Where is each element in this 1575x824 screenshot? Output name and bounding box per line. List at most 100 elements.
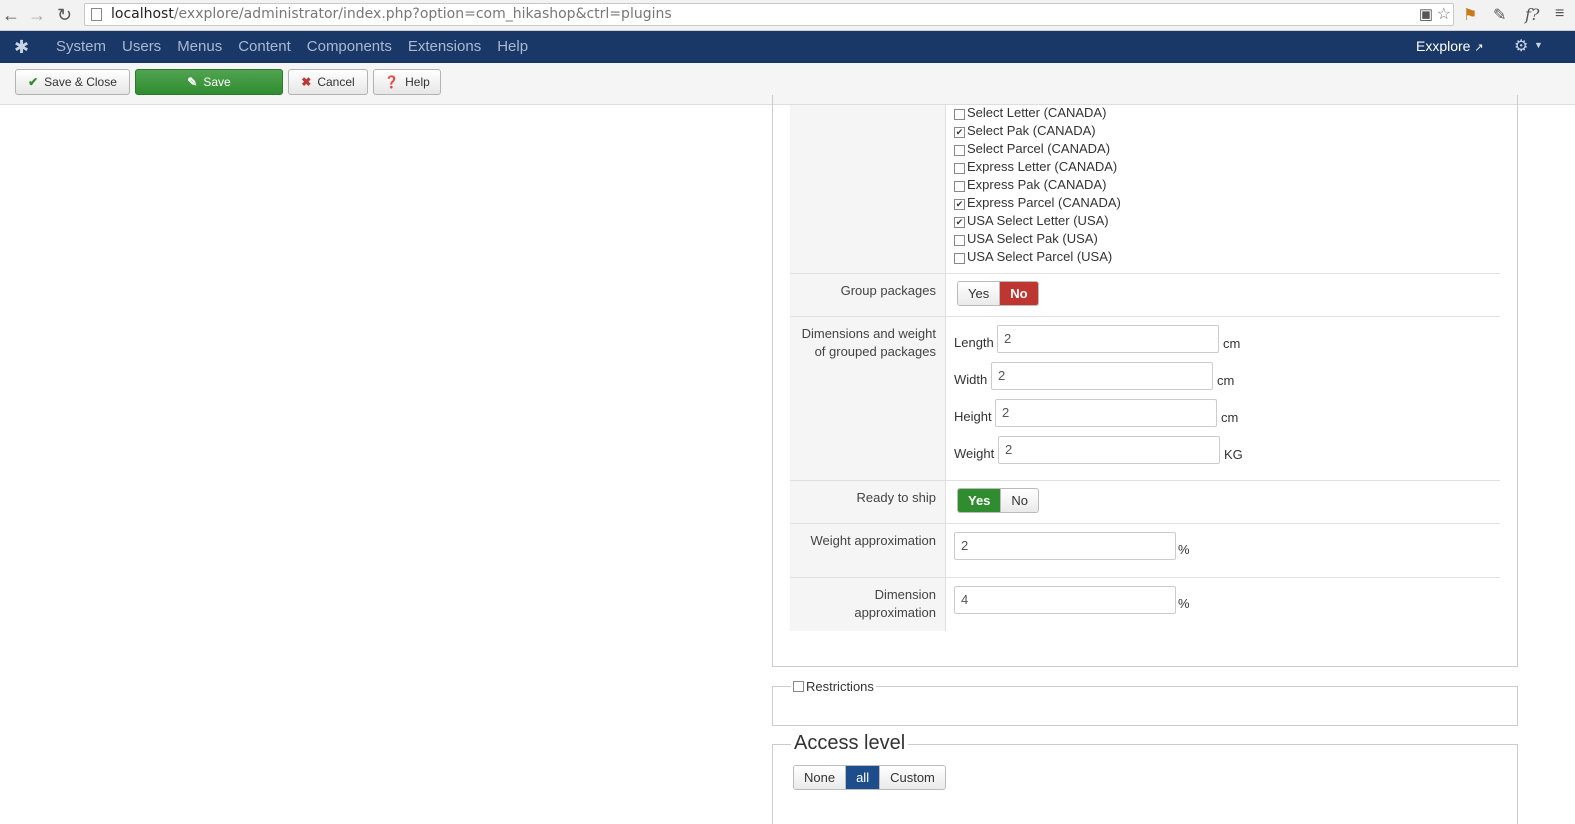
cancel-button[interactable]: ✖ Cancel	[288, 69, 368, 95]
access-level-custom[interactable]: Custom	[879, 766, 945, 789]
weight-label: Weight	[954, 446, 995, 461]
restrictions-legend[interactable]: Restrictions	[791, 679, 876, 694]
ready-to-ship-label: Ready to ship	[856, 490, 937, 505]
dimension-approximation-input[interactable]: 4	[954, 586, 1176, 614]
service-label: Express Parcel (CANADA)	[967, 195, 1121, 210]
extension-flag-icon[interactable]: ⚑	[1463, 5, 1477, 25]
access-level-none[interactable]: None	[794, 766, 846, 789]
site-link[interactable]: Exxplore ↗	[1416, 38, 1484, 54]
reload-icon[interactable]: ↻	[57, 5, 72, 26]
service-checkbox-item[interactable]: Express Letter (CANADA)	[954, 159, 1117, 174]
service-label: USA Select Pak (USA)	[967, 231, 1098, 246]
length-unit: cm	[1223, 336, 1241, 351]
gear-icon[interactable]: ⚙	[1514, 36, 1528, 56]
extension-m-icon[interactable]: ▣	[1419, 5, 1433, 23]
joomla-logo-icon[interactable]: ✱	[14, 37, 29, 58]
service-checkbox-item[interactable]: ✔ Express Parcel (CANADA)	[954, 195, 1121, 210]
question-icon: ❓	[384, 75, 400, 89]
service-label: Select Letter (CANADA)	[967, 105, 1107, 120]
help-button[interactable]: ❓ Help	[373, 69, 441, 95]
chevron-down-icon[interactable]: ▼	[1534, 40, 1543, 50]
height-input[interactable]: 2	[995, 399, 1217, 427]
dimension-approximation-label: Dimension approximation	[790, 586, 936, 622]
row-divider	[790, 523, 1500, 524]
save-close-button[interactable]: ✔ Save & Close	[15, 69, 130, 95]
length-label: Length	[954, 335, 994, 350]
checkbox-checked[interactable]: ✔	[954, 126, 965, 138]
ready-to-ship-no[interactable]: No	[1000, 489, 1039, 512]
main-menu: System Users Menus Content Components Ex…	[48, 31, 536, 63]
checkbox[interactable]	[954, 108, 965, 120]
row-divider	[790, 316, 1500, 317]
service-checkbox-item[interactable]: ✔ Select Pak (CANADA)	[954, 123, 1096, 138]
external-link-icon: ↗	[1474, 42, 1484, 54]
ready-to-ship-yes[interactable]: Yes	[958, 489, 1001, 512]
plugin-form: Select Letter (CANADA) ✔ Select Pak (CANA…	[0, 95, 1575, 824]
menu-item-menus[interactable]: Menus	[169, 31, 230, 63]
save-label: Save	[203, 75, 231, 89]
service-label: Select Parcel (CANADA)	[967, 141, 1111, 156]
checkbox[interactable]	[954, 162, 965, 174]
access-level-all[interactable]: all	[845, 766, 880, 789]
eyedropper-icon[interactable]: ✎	[1493, 5, 1506, 25]
help-label: Help	[405, 75, 430, 89]
row-divider	[790, 480, 1500, 481]
service-label: Express Pak (CANADA)	[967, 177, 1107, 192]
menu-item-content[interactable]: Content	[230, 31, 299, 63]
address-bar[interactable]: localhost/exxplore/administrator/index.p…	[84, 3, 1454, 26]
services-label-cell	[790, 105, 946, 273]
weight-approximation-unit: %	[1178, 542, 1190, 557]
dimensions-label: Dimensions and weight of grouped package…	[790, 325, 936, 361]
service-label: USA Select Parcel (USA)	[967, 249, 1113, 264]
service-label: Express Letter (CANADA)	[967, 159, 1118, 174]
checkbox[interactable]	[954, 234, 965, 246]
checkbox-checked[interactable]: ✔	[954, 198, 965, 210]
service-checkbox-item[interactable]: ✔ USA Select Letter (USA)	[954, 213, 1109, 228]
group-packages-yes[interactable]: Yes	[958, 282, 1000, 305]
checkbox[interactable]	[954, 144, 965, 156]
length-input[interactable]: 2	[997, 325, 1219, 353]
width-unit: cm	[1217, 373, 1235, 388]
row-divider	[790, 273, 1500, 274]
site-name: Exxplore	[1416, 38, 1471, 54]
row-divider	[790, 577, 1500, 578]
admin-navbar: ✱ System Users Menus Content Components …	[0, 31, 1575, 63]
checkbox[interactable]	[954, 252, 965, 264]
weight-input[interactable]: 2	[998, 436, 1220, 464]
group-packages-toggle: Yes No	[957, 281, 1039, 306]
menu-item-system[interactable]: System	[48, 31, 114, 63]
menu-item-users[interactable]: Users	[114, 31, 169, 63]
bookmark-star-icon[interactable]: ☆	[1437, 4, 1451, 24]
width-label: Width	[954, 372, 988, 387]
group-packages-no[interactable]: No	[999, 282, 1038, 305]
check-icon: ✔	[28, 75, 39, 89]
service-checkbox-item[interactable]: Express Pak (CANADA)	[954, 177, 1106, 192]
restrictions-label: Restrictions	[806, 679, 874, 694]
cancel-label: Cancel	[317, 75, 355, 89]
save-button[interactable]: ✎ Save	[135, 69, 283, 95]
menu-item-help[interactable]: Help	[489, 31, 536, 63]
checkbox[interactable]	[954, 180, 965, 192]
width-input[interactable]: 2	[991, 362, 1213, 390]
menu-item-components[interactable]: Components	[299, 31, 400, 63]
service-checkbox-item[interactable]: Select Letter (CANADA)	[954, 105, 1106, 120]
ready-to-ship-toggle: Yes No	[957, 488, 1040, 513]
checkbox-checked[interactable]: ✔	[954, 216, 965, 228]
font-finder-icon[interactable]: f?	[1525, 5, 1540, 24]
menu-item-extensions[interactable]: Extensions	[400, 31, 489, 63]
access-level-title: Access level	[791, 732, 909, 755]
restrictions-fieldset: Restrictions	[772, 679, 1518, 726]
back-arrow-icon[interactable]: ←	[2, 5, 20, 26]
height-label: Height	[954, 409, 992, 424]
browser-menu-icon[interactable]: ≡	[1555, 5, 1564, 23]
group-packages-label: Group packages	[840, 283, 936, 298]
weight-approximation-input[interactable]: 2	[954, 532, 1176, 560]
service-checkbox-item[interactable]: USA Select Pak (USA)	[954, 231, 1098, 246]
dimension-approximation-unit: %	[1178, 596, 1190, 611]
forward-arrow-icon[interactable]: →	[28, 5, 46, 26]
service-checkbox-item[interactable]: Select Parcel (CANADA)	[954, 141, 1110, 156]
restrictions-checkbox[interactable]	[793, 681, 804, 692]
service-checkbox-item[interactable]: USA Select Parcel (USA)	[954, 249, 1112, 264]
dimensions-label-line2: of grouped packages	[814, 344, 936, 359]
save-close-label: Save & Close	[44, 75, 117, 89]
